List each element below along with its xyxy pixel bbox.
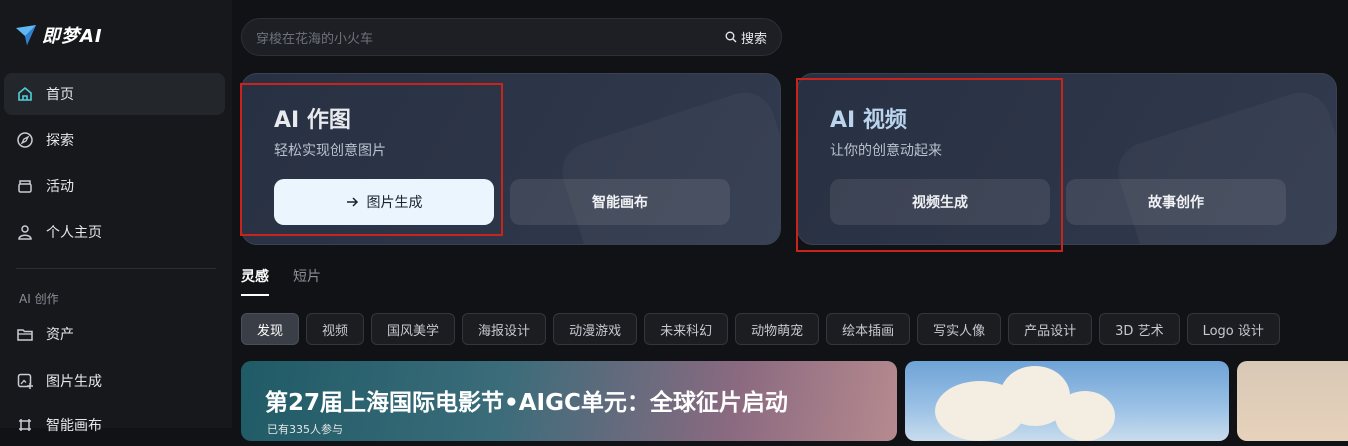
video-gen-button[interactable]: 视频生成 xyxy=(830,179,1050,225)
canvas-icon xyxy=(19,419,31,431)
chip-discover[interactable]: 发现 xyxy=(241,313,300,345)
sidebar-item-label: 智能画布 xyxy=(46,418,102,434)
folder-icon xyxy=(17,329,33,341)
arrow-right-icon xyxy=(346,197,358,207)
chip-picturebook[interactable]: 绘本插画 xyxy=(826,313,911,345)
sidebar-item-activity[interactable]: 活动 xyxy=(4,165,225,207)
banner-meta: 已有335人参与 xyxy=(267,423,343,436)
card-title: AI 作图 xyxy=(274,108,351,133)
feed-thumbnail[interactable] xyxy=(1237,361,1348,441)
sidebar-item-explore[interactable]: 探索 xyxy=(4,119,225,161)
sidebar-item-image-gen[interactable]: 图片生成 xyxy=(4,360,225,402)
chip-logo[interactable]: Logo 设计 xyxy=(1186,313,1280,345)
banner-title: 第27届上海国际电影节•AIGC单元：全球征片启动 xyxy=(265,390,788,416)
search-button[interactable]: 搜索 xyxy=(725,28,767,47)
sidebar-item-profile[interactable]: 个人主页 xyxy=(4,211,225,253)
search-button-label: 搜索 xyxy=(740,31,767,47)
card-title: AI 视频 xyxy=(830,108,907,133)
smart-canvas-button[interactable]: 智能画布 xyxy=(510,179,730,225)
image-gen-button[interactable]: 图片生成 xyxy=(274,179,494,225)
story-create-button[interactable]: 故事创作 xyxy=(1066,179,1286,225)
search-input[interactable]: 穿梭在花海的小火车 xyxy=(256,28,725,47)
sidebar-item-label: 首页 xyxy=(46,87,74,103)
brand-name: 即梦AI xyxy=(42,26,103,47)
sidebar-item-label: 活动 xyxy=(46,179,74,195)
sidebar: 即梦AI 首页 探索 活动 个人主页 AI 创作 资产 图片生成 智能画布 xyxy=(0,0,232,434)
tab-shorts[interactable]: 短片 xyxy=(293,266,321,296)
event-banner[interactable]: 第27届上海国际电影节•AIGC单元：全球征片启动 已有335人参与 xyxy=(241,361,897,441)
ai-image-card: AI 作图 轻松实现创意图片 图片生成 智能画布 xyxy=(241,73,781,245)
card-subtitle: 让你的创意动起来 xyxy=(830,143,942,159)
compass-icon xyxy=(17,132,33,148)
sidebar-item-home[interactable]: 首页 xyxy=(4,73,225,115)
sidebar-item-label: 个人主页 xyxy=(46,225,102,241)
image-gen-icon xyxy=(17,373,33,389)
chip-guofeng[interactable]: 国风美学 xyxy=(371,313,456,345)
sidebar-item-label: 资产 xyxy=(46,327,74,343)
category-chips: 发现 视频 国风美学 海报设计 动漫游戏 未来科幻 动物萌宠 绘本插画 写实人像… xyxy=(241,313,1280,345)
sidebar-item-label: 探索 xyxy=(46,133,74,149)
search-icon xyxy=(725,31,737,43)
home-icon xyxy=(18,86,32,101)
chip-3d-art[interactable]: 3D 艺术 xyxy=(1099,313,1180,345)
card-subtitle: 轻松实现创意图片 xyxy=(274,143,386,159)
chip-portrait[interactable]: 写实人像 xyxy=(917,313,1002,345)
feed-thumbnail[interactable] xyxy=(905,361,1229,441)
chip-scifi[interactable]: 未来科幻 xyxy=(644,313,729,345)
chip-pets[interactable]: 动物萌宠 xyxy=(735,313,820,345)
brand-logo-icon xyxy=(16,25,36,45)
chip-video[interactable]: 视频 xyxy=(306,313,365,345)
sidebar-item-canvas[interactable]: 智能画布 xyxy=(4,404,225,446)
chip-poster[interactable]: 海报设计 xyxy=(462,313,547,345)
section-label-ai-create: AI 创作 xyxy=(19,292,59,306)
gift-icon xyxy=(18,180,32,193)
brand-logo[interactable]: 即梦AI xyxy=(14,22,103,48)
cloud-shape xyxy=(1055,391,1115,441)
ai-video-card: AI 视频 让你的创意动起来 视频生成 故事创作 xyxy=(797,73,1337,245)
sidebar-divider xyxy=(16,268,216,269)
content-tabs: 灵感 短片 xyxy=(241,266,321,296)
image-gen-button-label: 图片生成 xyxy=(366,195,423,211)
chip-anime[interactable]: 动漫游戏 xyxy=(553,313,638,345)
chip-product[interactable]: 产品设计 xyxy=(1008,313,1093,345)
user-icon xyxy=(18,225,32,240)
search-bar[interactable]: 穿梭在花海的小火车 搜索 xyxy=(241,18,782,56)
sidebar-item-assets[interactable]: 资产 xyxy=(4,313,225,355)
tab-inspiration[interactable]: 灵感 xyxy=(241,266,269,296)
sidebar-item-label: 图片生成 xyxy=(46,374,102,390)
